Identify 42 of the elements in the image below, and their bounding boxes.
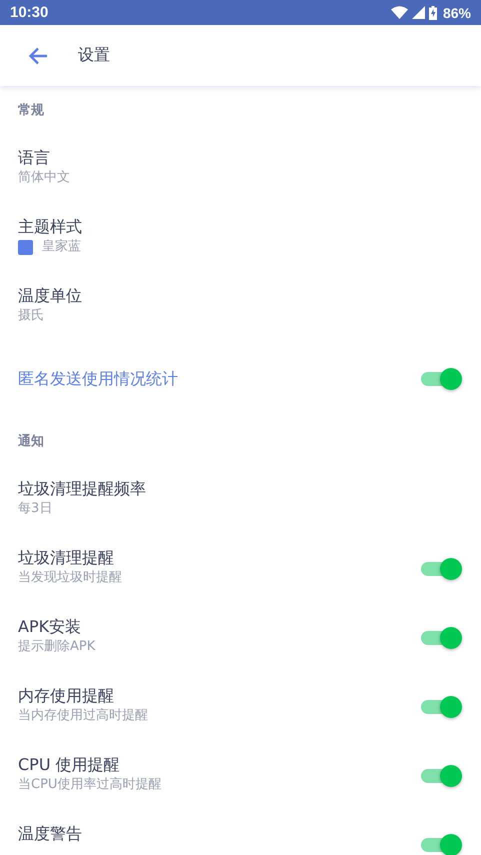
item-title: 内存使用提醒 <box>18 685 115 707</box>
signal-icon <box>412 6 425 19</box>
settings-item[interactable]: 垃圾清理提醒频率 每3日 <box>0 465 481 534</box>
item-title: 垃圾清理提醒 <box>18 547 115 569</box>
item-title: CPU 使用提醒 <box>18 754 121 776</box>
battery-icon <box>428 6 437 20</box>
item-subtitle: 当发现垃圾时提醒 <box>18 569 122 587</box>
toggle-switch[interactable] <box>421 367 463 391</box>
item-subtitle: 当内存使用过高时提醒 <box>18 707 148 725</box>
item-title: 垃圾清理提醒频率 <box>18 478 147 500</box>
section-header: 常规 <box>17 102 45 120</box>
toggle-switch[interactable] <box>421 764 463 788</box>
settings-item[interactable]: 垃圾清理提醒 当发现垃圾时提醒 <box>0 534 481 603</box>
item-title: 温度单位 <box>18 285 83 307</box>
status-time: 10:30 <box>10 4 50 21</box>
item-title: 主题样式 <box>18 216 83 238</box>
toggle-switch[interactable] <box>421 626 463 650</box>
settings-item[interactable]: APK安装 提示删除APK <box>0 603 481 672</box>
settings-item[interactable]: 内存使用提醒 当内存使用过高时提醒 <box>0 672 481 741</box>
page-title: 设置 <box>78 45 110 66</box>
item-subtitle: 皇家蓝 <box>42 238 81 256</box>
item-subtitle: 每3日 <box>18 500 52 518</box>
toggle-switch[interactable] <box>421 832 463 855</box>
section-header: 通知 <box>17 433 45 451</box>
settings-item[interactable]: 匿名发送使用情况统计 <box>0 341 481 417</box>
item-subtitle: 简体中文 <box>18 169 70 187</box>
settings-item[interactable]: 语言 简体中文 <box>0 134 481 203</box>
toggle-switch[interactable] <box>421 556 463 580</box>
item-subtitle: 当CPU使用率过高时提醒 <box>18 776 162 794</box>
item-title: 语言 <box>18 147 51 169</box>
toggle-switch[interactable] <box>421 694 463 718</box>
item-title: 温度警告 <box>18 823 83 845</box>
settings-item[interactable]: 主题样式 皇家蓝 <box>0 203 481 272</box>
item-subtitle: 摄氏 <box>18 307 44 325</box>
settings-item[interactable]: 温度单位 摄氏 <box>0 272 481 341</box>
settings-item[interactable]: CPU 使用提醒 当CPU使用率过高时提醒 <box>0 741 481 810</box>
battery-percent: 86% <box>442 4 471 20</box>
item-subtitle: 提示删除APK <box>18 638 96 656</box>
item-title: 匿名发送使用情况统计 <box>18 368 179 390</box>
settings-item[interactable]: 温度警告 <box>0 810 481 855</box>
wifi-icon <box>390 6 408 19</box>
item-title: APK安装 <box>18 616 82 638</box>
